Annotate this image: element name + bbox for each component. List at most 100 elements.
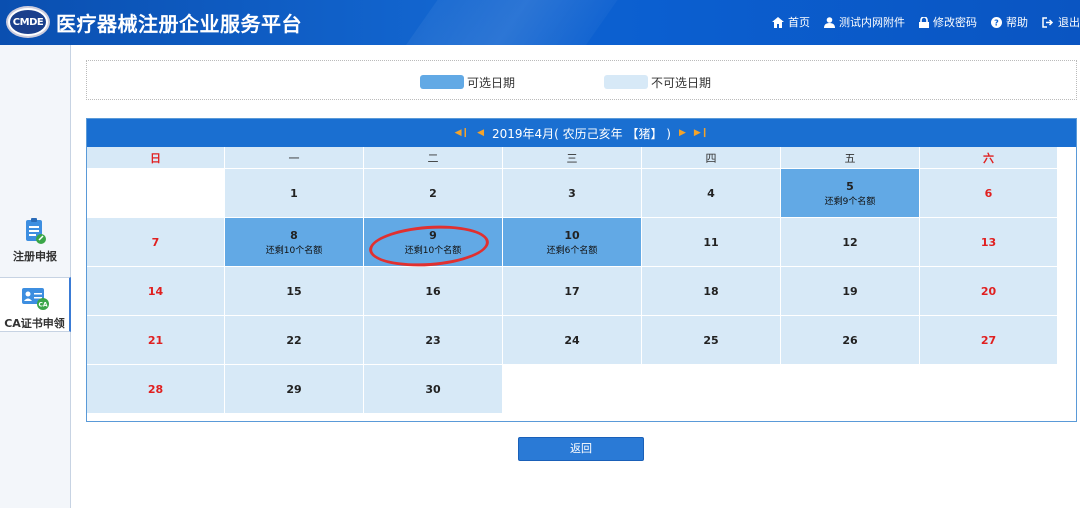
- logout-icon: [1042, 16, 1054, 28]
- remaining-slots: 还剩10个名额: [404, 245, 462, 256]
- calendar-day-cell: 12: [781, 218, 920, 267]
- calendar-day-cell: 20: [920, 267, 1058, 316]
- calendar-day-cell[interactable]: 9 还剩10个名额: [364, 218, 503, 271]
- calendar-day-cell: 1: [225, 169, 364, 218]
- legend-unavailable-label: 不可选日期: [651, 76, 712, 90]
- certificate-icon: CA: [21, 288, 49, 310]
- weekday-header: 二: [364, 147, 503, 169]
- sidebar-item-registration[interactable]: 注册申报: [0, 215, 70, 265]
- day-number: 24: [564, 333, 580, 347]
- day-number: 10: [564, 228, 580, 242]
- calendar-day-cell: 2: [364, 169, 503, 218]
- day-number: 2: [429, 186, 437, 200]
- app-header: CMDE 医疗器械注册企业服务平台 首页 测试内网附件 修改密码 ? 帮助 退出: [0, 0, 1080, 45]
- nav-help-label: 帮助: [1006, 16, 1028, 29]
- nav-home[interactable]: 首页: [772, 14, 810, 30]
- day-number: 13: [980, 235, 997, 249]
- calendar-day-cell[interactable]: 5 还剩9个名额: [781, 169, 920, 218]
- sidebar-item-ca-certificate[interactable]: CA CA证书申领: [0, 277, 71, 332]
- svg-text:?: ?: [994, 18, 999, 27]
- calendar-day-cell: 6: [920, 169, 1058, 218]
- calendar-day-cell: 26: [781, 316, 920, 365]
- logo: CMDE: [6, 6, 50, 38]
- day-number: 11: [703, 235, 719, 249]
- calendar-day-cell: 17: [503, 267, 642, 316]
- legend-available-swatch: [420, 75, 464, 89]
- calendar-title: 2019年4月( 农历己亥年 【猪】 ): [492, 126, 671, 141]
- day-number: 26: [842, 333, 858, 347]
- next-year-icon[interactable]: ▶❙: [694, 128, 708, 138]
- nav-change-password[interactable]: 修改密码: [919, 14, 977, 30]
- nav-logout[interactable]: 退出: [1042, 14, 1080, 30]
- day-number: 16: [425, 284, 441, 298]
- calendar-empty-cell: [87, 169, 225, 218]
- day-number: 27: [980, 333, 997, 347]
- day-number: 23: [425, 333, 441, 347]
- legend-unavailable-swatch: [604, 75, 648, 89]
- calendar-day-cell: 25: [642, 316, 781, 365]
- day-number: 22: [286, 333, 302, 347]
- calendar-day-cell[interactable]: 10 还剩6个名额: [503, 218, 642, 267]
- user-icon: [824, 16, 835, 28]
- remaining-slots: 还剩10个名额: [265, 245, 323, 256]
- calendar-day-cell: 29: [225, 365, 364, 414]
- calendar-day-cell: 21: [87, 316, 225, 365]
- weekday-header: 三: [503, 147, 642, 169]
- day-number: 7: [151, 235, 160, 249]
- calendar-day-cell[interactable]: 8 还剩10个名额: [225, 218, 364, 267]
- prev-year-icon[interactable]: ◀❙: [455, 128, 469, 138]
- back-button[interactable]: 返回: [518, 437, 644, 461]
- weekday-header: 五: [781, 147, 920, 169]
- prev-month-icon[interactable]: ◀: [477, 128, 484, 138]
- calendar-empty-cell: [920, 365, 1058, 414]
- svg-text:CA: CA: [38, 302, 47, 309]
- lock-icon: [919, 16, 929, 28]
- day-number: 9: [429, 228, 437, 242]
- weekday-header: 六: [920, 147, 1058, 169]
- weekday-header: 四: [642, 147, 781, 169]
- day-number: 12: [842, 235, 858, 249]
- next-month-icon[interactable]: ▶: [679, 128, 686, 138]
- day-number: 25: [703, 333, 719, 347]
- day-number: 3: [568, 186, 576, 200]
- calendar-day-cell: 22: [225, 316, 364, 365]
- header-decoration: [388, 0, 632, 45]
- nav-user[interactable]: 测试内网附件: [824, 14, 905, 30]
- calendar-empty-cell: [781, 365, 920, 414]
- day-number: 5: [846, 179, 854, 193]
- day-number: 17: [564, 284, 580, 298]
- calendar-day-cell: 24: [503, 316, 642, 365]
- calendar-day-cell: 19: [781, 267, 920, 316]
- calendar-day-cell: 30: [364, 365, 503, 414]
- help-icon: ?: [991, 16, 1002, 28]
- calendar-day-cell: 13: [920, 218, 1058, 267]
- calendar-day-cell: 11: [642, 218, 781, 267]
- legend-available-label: 可选日期: [467, 76, 516, 90]
- day-number: 14: [147, 284, 164, 298]
- calendar-day-cell: 16: [364, 267, 503, 316]
- calendar-day-cell: 4: [642, 169, 781, 218]
- nav-home-label: 首页: [788, 16, 810, 29]
- weekday-header: 一: [225, 147, 364, 169]
- app-title: 医疗器械注册企业服务平台: [56, 12, 302, 36]
- logo-text: CMDE: [10, 10, 46, 34]
- calendar-day-cell: 18: [642, 267, 781, 316]
- calendar-empty-cell: [642, 365, 781, 414]
- calendar-day-cell: 23: [364, 316, 503, 365]
- nav-user-label: 测试内网附件: [839, 16, 905, 29]
- top-nav: 首页 测试内网附件 修改密码 ? 帮助 退出: [772, 14, 1080, 30]
- calendar-day-cell: 3: [503, 169, 642, 218]
- home-icon: [772, 16, 784, 28]
- calendar-day-cell: 15: [225, 267, 364, 316]
- day-number: 20: [980, 284, 997, 298]
- day-number: 6: [984, 186, 993, 200]
- remaining-slots: 还剩9个名额: [824, 196, 876, 207]
- sidebar-item-registration-label: 注册申报: [13, 250, 57, 263]
- day-number: 30: [425, 382, 441, 396]
- calendar-day-cell: 14: [87, 267, 225, 316]
- calendar-grid: 日一二三四五六 1 2 3 4 5 还剩9个名额 6 7 8 还剩10个名额 9 还剩10个名额 10 还剩…: [87, 147, 1058, 414]
- sidebar-item-ca-certificate-label: CA证书申领: [4, 317, 65, 330]
- nav-help[interactable]: ? 帮助: [991, 14, 1028, 30]
- nav-change-password-label: 修改密码: [933, 16, 977, 29]
- calendar-day-cell: 27: [920, 316, 1058, 365]
